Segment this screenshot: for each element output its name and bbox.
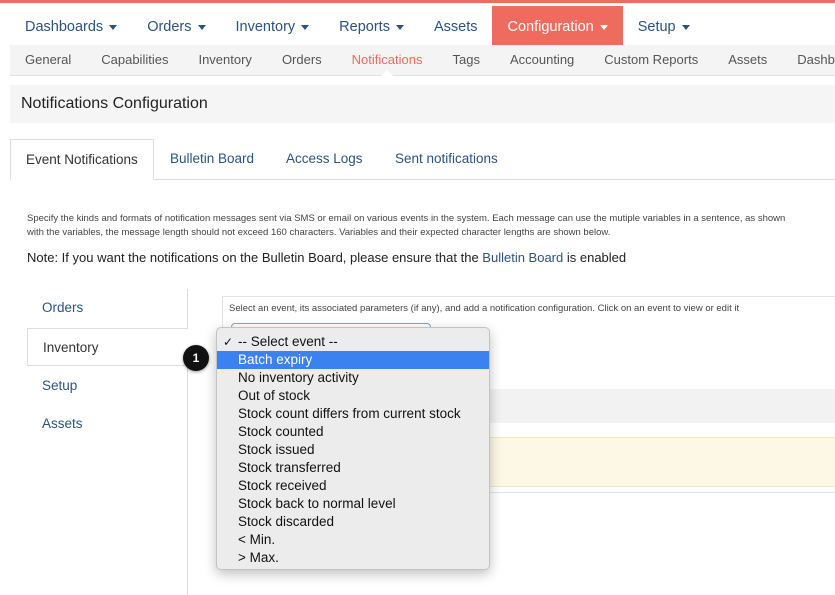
caret-down-icon xyxy=(599,24,608,30)
nav-dashboards[interactable]: Dashboards xyxy=(10,6,132,48)
nav-configuration-label: Configuration xyxy=(507,19,594,35)
tab-bulletin-board[interactable]: Bulletin Board xyxy=(170,139,254,179)
step-marker: 1 xyxy=(183,345,209,371)
option-no-inventory-activity[interactable]: No inventory activity xyxy=(217,369,489,387)
nav-reports[interactable]: Reports xyxy=(324,6,419,48)
nav-inventory[interactable]: Inventory xyxy=(221,6,325,48)
option-batch-expiry[interactable]: Batch expiry xyxy=(217,351,489,369)
subnav-capabilities[interactable]: Capabilities xyxy=(86,45,183,75)
nav-setup-label: Setup xyxy=(637,19,676,35)
caret-down-icon xyxy=(197,24,206,30)
tab-event-notifications[interactable]: Event Notifications xyxy=(10,139,154,180)
subnav-dashboard[interactable]: Dashboard xyxy=(782,45,835,75)
subnav-custom-reports[interactable]: Custom Reports xyxy=(589,45,713,75)
top-navbar: Dashboards Orders Inventory Reports Asse… xyxy=(0,0,835,48)
option-stock-discarded[interactable]: Stock discarded xyxy=(217,513,489,531)
sidenav-setup[interactable]: Setup xyxy=(27,367,187,405)
tab-sent-notifications[interactable]: Sent notifications xyxy=(395,139,498,179)
note-suffix: is enabled xyxy=(563,250,627,265)
note-prefix: Note: If you want the notifications on t… xyxy=(27,250,483,265)
event-select-dropdown[interactable]: ✓ -- Select event -- Batch expiry No inve… xyxy=(216,327,490,570)
tab-access-logs[interactable]: Access Logs xyxy=(286,139,363,179)
nav-reports-label: Reports xyxy=(339,19,390,35)
subnav-accounting[interactable]: Accounting xyxy=(495,45,589,75)
nav-assets-label: Assets xyxy=(433,19,478,35)
option-select-event[interactable]: ✓ -- Select event -- xyxy=(217,333,489,351)
description-line-2: with the variables, the message length s… xyxy=(27,227,611,238)
main-nav: Dashboards Orders Inventory Reports Asse… xyxy=(10,6,705,48)
checkmark-icon: ✓ xyxy=(223,335,234,349)
event-category-nav: Orders Inventory Setup Assets xyxy=(27,289,188,595)
subnav-assets[interactable]: Assets xyxy=(713,45,782,75)
caret-down-icon xyxy=(301,24,310,30)
panel-instruction: Select an event, its associated paramete… xyxy=(229,303,740,314)
page-title: Notifications Configuration xyxy=(21,95,208,112)
caret-down-icon xyxy=(681,24,690,30)
description-line-1: Specify the kinds and formats of notific… xyxy=(27,213,786,224)
option-min[interactable]: < Min. xyxy=(217,531,489,549)
option-label: -- Select event -- xyxy=(238,334,338,349)
nav-inventory-label: Inventory xyxy=(235,19,296,35)
option-stock-back-to-normal[interactable]: Stock back to normal level xyxy=(217,495,489,513)
caret-down-icon xyxy=(109,24,118,30)
sidenav-assets[interactable]: Assets xyxy=(27,405,187,443)
notification-tabs: Event Notifications Bulletin Board Acces… xyxy=(10,139,835,180)
nav-orders-label: Orders xyxy=(147,19,192,35)
page-header: Notifications Configuration xyxy=(10,85,835,123)
subnav-notifications[interactable]: Notifications xyxy=(337,45,438,76)
option-stock-issued[interactable]: Stock issued xyxy=(217,441,489,459)
bulletin-note: Note: If you want the notifications on t… xyxy=(27,250,626,265)
caret-down-icon xyxy=(395,24,404,30)
nav-orders[interactable]: Orders xyxy=(132,6,220,48)
nav-assets[interactable]: Assets xyxy=(419,6,493,48)
subnav-general[interactable]: General xyxy=(10,45,86,75)
description-text: Specify the kinds and formats of notific… xyxy=(27,212,832,240)
option-out-of-stock[interactable]: Out of stock xyxy=(217,387,489,405)
option-stock-counted[interactable]: Stock counted xyxy=(217,423,489,441)
subnav-inventory[interactable]: Inventory xyxy=(183,45,266,75)
sidenav-inventory[interactable]: Inventory xyxy=(27,328,188,366)
subnav-orders[interactable]: Orders xyxy=(267,45,337,75)
config-subnav: General Capabilities Inventory Orders No… xyxy=(10,45,835,76)
option-stock-transferred[interactable]: Stock transferred xyxy=(217,459,489,477)
option-stock-count-differs[interactable]: Stock count differs from current stock xyxy=(217,405,489,423)
bulletin-board-link[interactable]: Bulletin Board xyxy=(482,250,563,265)
option-max[interactable]: > Max. xyxy=(217,549,489,567)
nav-dashboards-label: Dashboards xyxy=(25,19,104,35)
sidenav-orders[interactable]: Orders xyxy=(27,289,187,327)
nav-configuration[interactable]: Configuration xyxy=(492,6,623,48)
subnav-tags[interactable]: Tags xyxy=(437,45,494,75)
option-stock-received[interactable]: Stock received xyxy=(217,477,489,495)
nav-setup[interactable]: Setup xyxy=(623,6,705,48)
